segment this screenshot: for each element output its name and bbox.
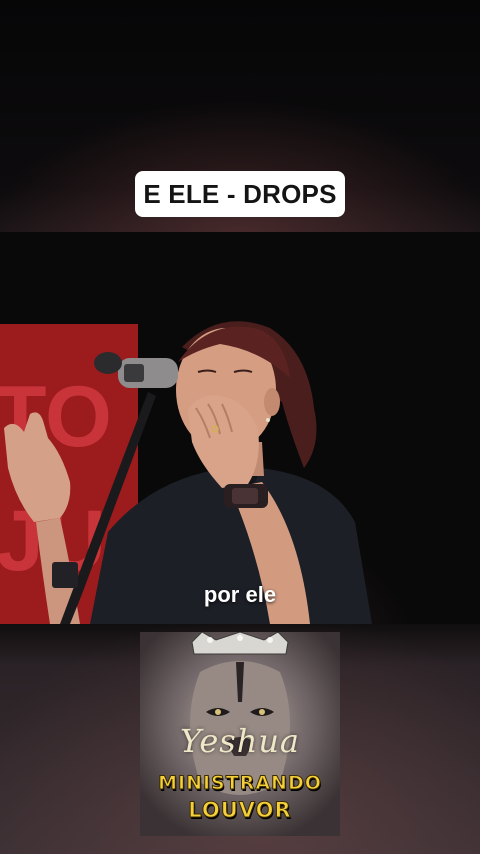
singer-figure (4, 321, 372, 624)
caption-text: por ele (203, 582, 277, 607)
video-title: E ELE - DROPS (143, 178, 337, 209)
album-cover[interactable]: Yeshua MINISTRANDO LOUVOR (140, 632, 340, 836)
video-player[interactable]: TO JU (0, 232, 480, 624)
cover-script-title: Yeshua (180, 722, 300, 760)
reel-screen: E ELE - DROPS TO JU (0, 0, 480, 854)
video-title-chip: E ELE - DROPS (135, 171, 345, 217)
cover-title-line2: LOUVOR (188, 798, 292, 823)
cover-title-line1: MINISTRANDO (158, 772, 322, 795)
video-caption: por ele (0, 582, 480, 608)
